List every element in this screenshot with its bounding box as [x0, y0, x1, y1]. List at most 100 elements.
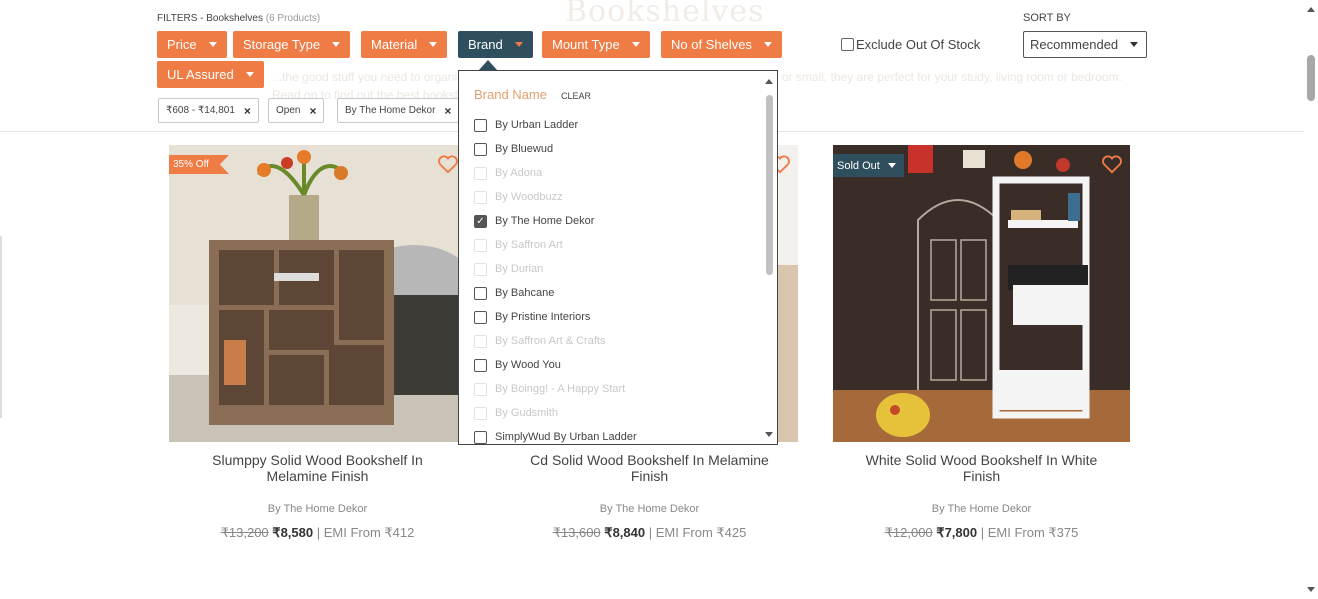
brand-option-label: SimplyWud By Urban Ladder — [495, 431, 637, 443]
close-icon[interactable]: × — [309, 104, 316, 118]
chevron-down-icon — [245, 72, 254, 77]
applied-filter-chip-brand[interactable]: By The Home Dekor × — [337, 98, 460, 123]
white-ladder-bookshelf-photo[interactable]: Sold Out — [833, 145, 1130, 442]
brand-option: By Boingg! - A Happy Start — [474, 377, 759, 401]
brand-option-label: By Boingg! - A Happy Start — [495, 383, 626, 395]
brand-option-label: By The Home Dekor — [495, 215, 595, 227]
product-price: ₹13,600 ₹8,840 | EMI From ₹425 — [501, 525, 798, 541]
brand-option-label: By Wood You — [495, 359, 561, 371]
brand-option: By Gudsmith — [474, 401, 759, 425]
brand-option: By Durian — [474, 257, 759, 281]
wooden-bookshelf-photo[interactable]: 35% Off — [169, 145, 466, 442]
product-name[interactable]: White Solid Wood Bookshelf In White Fini… — [833, 452, 1130, 484]
brand-option[interactable]: By Pristine Interiors — [474, 305, 759, 329]
chevron-down-icon — [514, 42, 523, 47]
filter-button-label: No of Shelves — [671, 37, 752, 52]
brand-option[interactable]: By Bluewud — [474, 137, 759, 161]
product-name[interactable]: Cd Solid Wood Bookshelf In Melamine Fini… — [501, 452, 798, 484]
product-card[interactable]: 35% Off Slumppy Solid Wood Bookshelf In … — [169, 145, 466, 541]
brand-option[interactable]: By Bahcane — [474, 281, 759, 305]
applied-filter-chip-price[interactable]: ₹608 - ₹14,801 × — [158, 98, 259, 123]
left-edge-panel — [0, 236, 2, 418]
product-brand: By The Home Dekor — [599, 503, 700, 515]
product-name[interactable]: Slumppy Solid Wood Bookshelf In Melamine… — [169, 452, 466, 484]
brand-option-label: By Durian — [495, 263, 544, 275]
brand-option-label: By Urban Ladder — [495, 119, 579, 131]
brand-option-label: By Adona — [495, 167, 543, 179]
brand-option[interactable]: ✓ By The Home Dekor — [474, 209, 759, 233]
product-count: (6 Products) — [265, 13, 321, 24]
current-price: ₹7,800 — [936, 525, 978, 540]
filter-button-label: Material — [371, 37, 418, 52]
scroll-up-icon[interactable] — [1307, 7, 1315, 12]
checkbox-icon[interactable] — [474, 142, 487, 156]
sold-out-badge[interactable]: Sold Out — [833, 154, 904, 177]
exclude-out-of-stock-checkbox[interactable] — [841, 38, 854, 51]
emi-text: | EMI From ₹425 — [648, 525, 747, 540]
checkbox-icon[interactable] — [474, 118, 487, 132]
checkbox-icon[interactable] — [474, 358, 487, 372]
scroll-down-icon[interactable] — [1307, 587, 1315, 592]
sort-by-label: SORT BY — [1023, 12, 1071, 24]
close-icon[interactable]: × — [244, 104, 251, 118]
checkbox-icon[interactable] — [474, 430, 487, 444]
scroll-down-icon[interactable] — [765, 432, 773, 437]
filter-button-label: UL Assured — [167, 67, 234, 82]
close-icon[interactable]: × — [444, 104, 451, 118]
old-price: ₹13,200 — [220, 525, 269, 540]
brand-option[interactable]: By Wood You — [474, 353, 759, 377]
filter-brand-button[interactable]: Brand — [458, 31, 533, 58]
current-price: ₹8,840 — [604, 525, 646, 540]
background-page-title: Bookshelves — [565, 0, 765, 29]
chevron-down-icon — [429, 42, 438, 47]
old-price: ₹13,600 — [552, 525, 601, 540]
brand-option: By Saffron Art — [474, 233, 759, 257]
scroll-up-icon[interactable] — [765, 79, 773, 84]
filter-storage-type-button[interactable]: Storage Type — [233, 31, 351, 58]
page-scrollbar[interactable] — [1304, 0, 1318, 599]
exclude-out-of-stock-label: Exclude Out Of Stock — [856, 37, 981, 52]
chevron-down-icon — [332, 42, 341, 47]
filter-price-button[interactable]: Price — [157, 31, 227, 58]
filter-no-of-shelves-button[interactable]: No of Shelves — [661, 31, 782, 58]
filter-button-label: Price — [167, 37, 197, 52]
emi-text: | EMI From ₹412 — [316, 525, 415, 540]
sort-select[interactable]: Recommended — [1023, 31, 1147, 58]
brand-option-label: By Pristine Interiors — [495, 311, 591, 323]
scroll-thumb[interactable] — [1307, 55, 1315, 101]
brand-option[interactable]: By Urban Ladder — [474, 113, 759, 137]
applied-filter-chip-storage[interactable]: Open × — [268, 98, 325, 123]
checkbox-icon — [474, 382, 487, 396]
checkbox-icon[interactable] — [474, 286, 487, 300]
brand-filter-dropdown: Brand Name CLEAR By Urban Ladder By Bluew… — [458, 70, 778, 445]
brand-option-label: By Bluewud — [495, 143, 554, 155]
product-price: ₹13,200 ₹8,580 | EMI From ₹412 — [169, 525, 466, 541]
checkbox-icon[interactable] — [474, 310, 487, 324]
filter-mount-type-button[interactable]: Mount Type — [542, 31, 650, 58]
filter-button-label: Brand — [468, 37, 503, 52]
checked-checkbox-icon[interactable]: ✓ — [474, 214, 487, 228]
heart-icon[interactable] — [437, 154, 459, 174]
filter-ul-assured-button[interactable]: UL Assured — [157, 61, 264, 88]
checkbox-icon — [474, 406, 487, 420]
old-price: ₹12,000 — [884, 525, 933, 540]
product-price: ₹12,000 ₹7,800 | EMI From ₹375 — [833, 525, 1130, 541]
brand-option: By Woodbuzz — [474, 185, 759, 209]
dropdown-pointer — [479, 60, 497, 70]
scroll-thumb[interactable] — [766, 95, 773, 275]
brand-option[interactable]: SimplyWud By Urban Ladder — [474, 425, 759, 444]
brand-option: By Saffron Art & Crafts — [474, 329, 759, 353]
filter-material-button[interactable]: Material — [361, 31, 448, 58]
brand-dropdown-header: Brand Name CLEAR — [474, 87, 591, 102]
heart-icon[interactable] — [1101, 154, 1123, 174]
clear-button[interactable]: CLEAR — [561, 91, 591, 101]
checkbox-icon — [474, 238, 487, 252]
sold-out-label: Sold Out — [837, 159, 880, 172]
product-card[interactable]: Sold Out White Solid Wood Bookshelf In W… — [833, 145, 1130, 541]
brand-dropdown-title: Brand Name — [474, 87, 547, 102]
brand-option: By Adona — [474, 161, 759, 185]
brand-list: By Urban Ladder By Bluewud By Adona By Wood… — [474, 113, 759, 444]
dropdown-scrollbar[interactable] — [764, 75, 774, 441]
exclude-out-of-stock[interactable]: Exclude Out Of Stock — [841, 37, 980, 52]
chip-label: ₹608 - ₹14,801 — [166, 105, 235, 116]
